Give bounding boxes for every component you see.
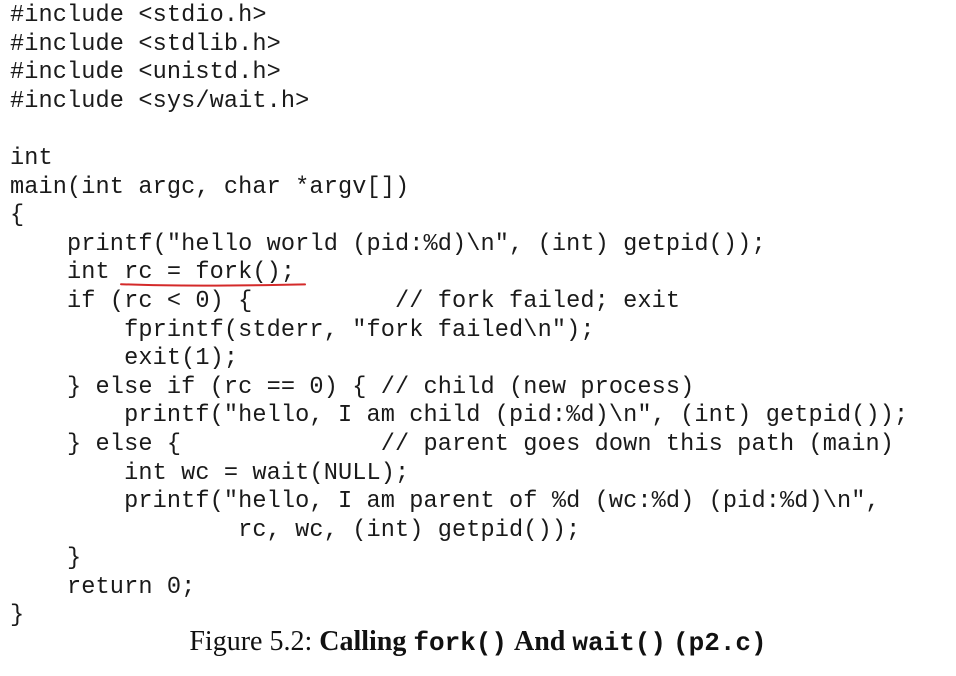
caption-fork-fn: fork() [413, 628, 508, 658]
code-line-12: fprintf(stderr, "fork failed\n"); [10, 316, 595, 344]
code-line-8: { [10, 202, 25, 230]
code-line-1: #include <stdio.h> [10, 2, 267, 29]
code-line-6: int [10, 144, 53, 172]
code-line-14: } else if (rc == 0) { // child (new proc… [10, 373, 695, 401]
code-line-7: main(int argc, char *argv[]) [10, 173, 410, 201]
code-line-18: printf("hello, I am parent of %d (wc:%d)… [10, 488, 880, 516]
caption-filename: (p2.c) [673, 628, 767, 658]
code-line-16: } else { // parent goes down this path (… [10, 430, 895, 458]
code-line-15: printf("hello, I am child (pid:%d)\n", (… [10, 402, 909, 430]
code-line-21: return 0; [10, 573, 196, 601]
code-line-17: int wc = wait(NULL); [10, 459, 410, 487]
caption-prefix: Figure 5.2: [189, 626, 320, 657]
figure-caption: Figure 5.2: Calling fork() And wait() (p… [0, 626, 956, 658]
caption-word-and: And [514, 626, 566, 657]
code-line-2: #include <stdlib.h> [10, 30, 281, 58]
code-line-19: rc, wc, (int) getpid()); [10, 516, 581, 544]
caption-wait-fn: wait() [572, 628, 667, 658]
code-line-3: #include <unistd.h> [10, 59, 281, 87]
caption-word-calling: Calling [319, 626, 407, 657]
code-line-11: if (rc < 0) { // fork failed; exit [10, 287, 681, 315]
code-line-4: #include <sys/wait.h> [10, 87, 310, 115]
code-listing: #include <stdio.h> #include <stdlib.h> #in… [10, 2, 908, 631]
document-page: #include <stdio.h> #include <stdlib.h> #in… [0, 0, 956, 676]
code-line-13: exit(1); [10, 345, 239, 373]
code-line-9: printf("hello world (pid:%d)\n", (int) g… [10, 230, 766, 258]
code-line-10: int rc = fork(); [10, 259, 296, 287]
code-line-20: } [10, 545, 82, 573]
